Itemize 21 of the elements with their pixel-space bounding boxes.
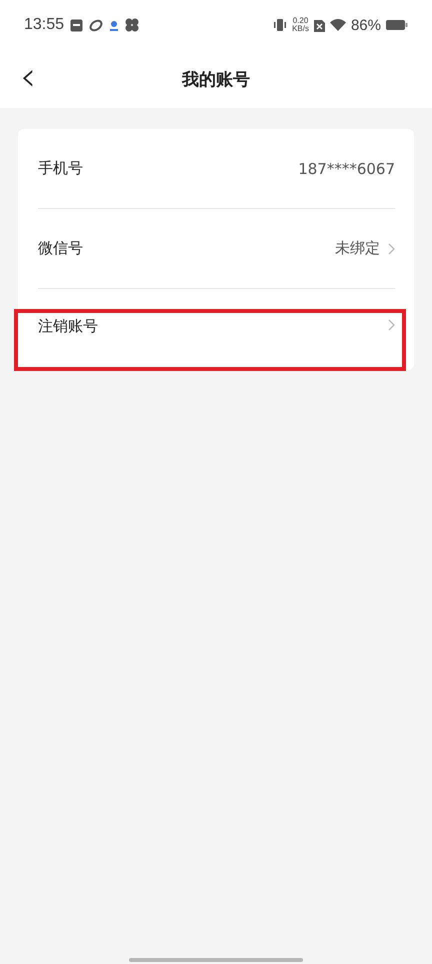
vibrate-icon bbox=[273, 18, 288, 32]
clock-time: 13:55 bbox=[24, 16, 64, 34]
settings-row[interactable]: 微信号 未绑定 bbox=[38, 209, 395, 288]
wifi-icon bbox=[330, 19, 346, 31]
battery-percent: 86% bbox=[350, 16, 381, 34]
home-indicator[interactable] bbox=[129, 958, 303, 962]
row-label: 微信号 bbox=[38, 239, 83, 258]
speed-unit: KB/s bbox=[292, 25, 309, 33]
row-value: 未绑定 bbox=[335, 239, 380, 258]
row-value: 187****6067 bbox=[298, 160, 395, 178]
row-label: 注销账号 bbox=[38, 317, 98, 336]
back-button[interactable]: ‹ bbox=[14, 59, 42, 95]
app-notification-icon bbox=[70, 18, 84, 32]
row-label: 手机号 bbox=[38, 159, 83, 178]
fan-icon bbox=[125, 18, 140, 32]
page-title: 我的账号 bbox=[182, 68, 250, 90]
settings-row[interactable]: 手机号 187****6067 bbox=[38, 129, 395, 208]
battery-icon bbox=[386, 19, 408, 31]
settings-row[interactable]: 注销账号 bbox=[38, 289, 395, 370]
no-sim-icon bbox=[314, 18, 325, 32]
network-speed: 0.20 bbox=[292, 17, 308, 25]
